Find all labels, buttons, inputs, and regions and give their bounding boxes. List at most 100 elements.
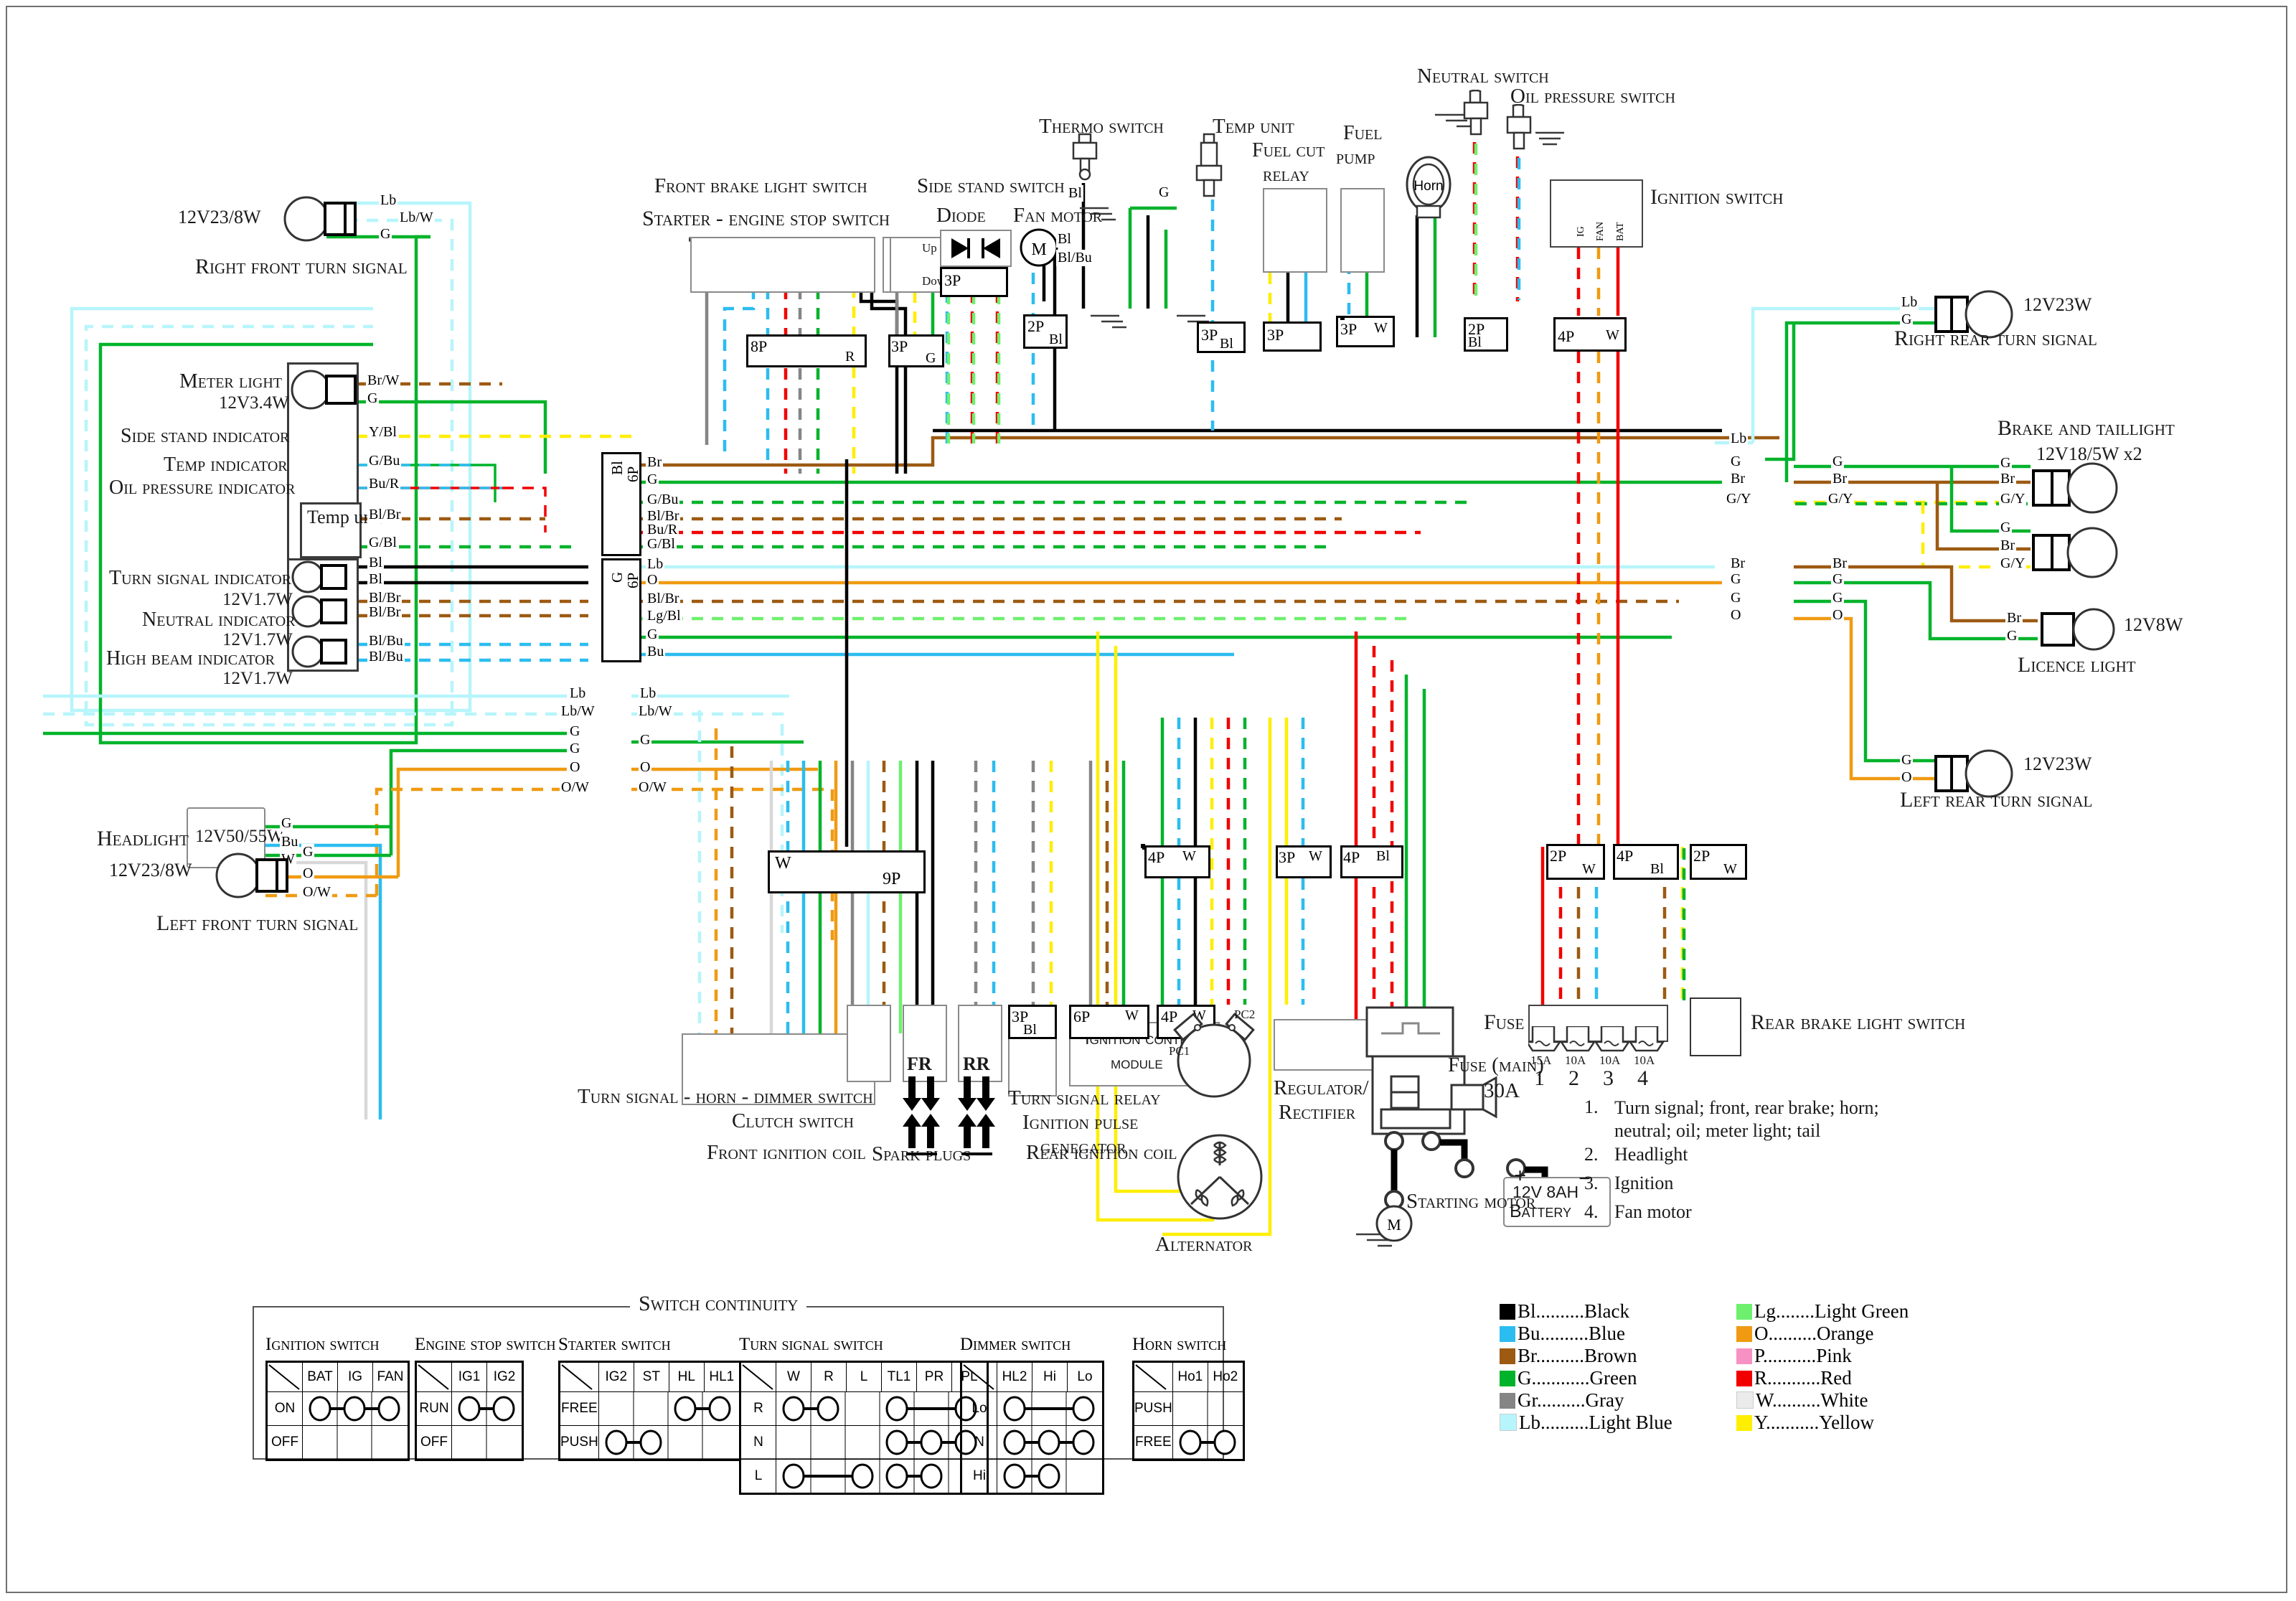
switch-continuity-title: Switch continuity [630, 1292, 807, 1316]
connector-4p-alt-pins: 4P [1148, 848, 1165, 866]
wire-label-lic-g: G [2005, 628, 2019, 644]
bulb-brake-taillight-2 [2029, 524, 2122, 583]
wire-label-lf-ow: O/W [301, 884, 332, 901]
wl-r-o: O [1729, 607, 1743, 624]
wire-label-split-lb: Lb [568, 685, 588, 702]
temp-unit-symbol [1195, 133, 1223, 197]
wire-label-bt-gy: G/Y [1999, 491, 2027, 507]
fuse-legend-4-text: Fan motor [1614, 1201, 1692, 1222]
regulator-rectifier-label1: Regulator/ [1274, 1076, 1369, 1099]
horn-symbol: Horn [1406, 156, 1452, 219]
color-legend-text: W..........White [1756, 1389, 1868, 1411]
wl-r2-gy: G/Y [1827, 491, 1855, 507]
connector-3p-thermo-pins: 3P [1201, 326, 1218, 344]
connector-2p-rw-pins: 2P [1550, 847, 1567, 865]
color-swatch-o [1736, 1326, 1752, 1342]
color-swatch-w [1736, 1391, 1754, 1409]
color-legend-text: Lg........Light Green [1754, 1300, 1909, 1322]
connector-6p-lower-pins: 6P [624, 572, 641, 588]
fuse-legend-4-num: 4. [1584, 1201, 1599, 1222]
oil-pressure-indicator-label: Oil pressure indicator [109, 476, 296, 499]
wire-label-bt2-gy: G/Y [1999, 555, 2027, 572]
ignition-terminal-ig: IG [1576, 226, 1586, 237]
wire-label-fan-bl: Bl [1056, 231, 1073, 248]
switch-row-label: N [740, 1425, 776, 1460]
left-front-turn-signal-label: Left front turn signal [156, 911, 359, 935]
connector-3p-diode-pins: 3P [944, 271, 961, 289]
front-ignition-coil-label: Front ignition coil [707, 1141, 866, 1164]
wl-r2-o: O [1831, 607, 1845, 624]
wl-r-g3: G [1729, 571, 1743, 588]
color-legend-text: Lb..........Light Blue [1519, 1412, 1672, 1433]
rear-brake-light-switch-label: Rear brake light switch [1751, 1010, 1966, 1034]
switch-continuity-cell [1172, 1425, 1244, 1460]
switch-table-title-1: Engine stop switch [415, 1335, 556, 1354]
svg-text:M: M [1031, 240, 1046, 259]
bus-label-gbu: G/Bu [646, 492, 680, 508]
rear-brake-light-switch-body[interactable] [1690, 997, 1741, 1056]
color-swatch-bu [1500, 1326, 1515, 1342]
wire-label-split-g2: G [568, 741, 582, 757]
color-legend-text: R...........Red [1754, 1367, 1852, 1389]
wire-label-thermo-bl: Bl [1067, 185, 1083, 202]
color-legend-row-l-0: Bl..........Black [1500, 1300, 1672, 1323]
brake-taillight-label: Brake and taillight [1998, 416, 2175, 440]
wire-label-bt-br: Br [1999, 471, 2016, 487]
connector-4p-bl-code: Bl [1650, 861, 1664, 877]
switch-col-header: Ho2 [1207, 1361, 1244, 1392]
switch-col-header: Ho1 [1172, 1361, 1208, 1392]
bus-label-g2: G [646, 626, 659, 643]
connector-3p-fuel-pump-code: W [1374, 320, 1388, 336]
wl-r2-g: G [1831, 454, 1845, 470]
wire-label-lic-br: Br [2005, 610, 2023, 626]
wire-label-bl-ts1: Bl [367, 555, 384, 571]
switch-table-1: IG1 IG2 RUN OFF [415, 1361, 524, 1461]
ignition-control-module-label2: module [1111, 1053, 1163, 1073]
switch-col-header: R [811, 1361, 847, 1392]
fan-motor-symbol: M [1019, 226, 1062, 269]
switch-table-5: Ho1 Ho2 PUSH FREE [1132, 1361, 1245, 1461]
switch-col-header: Hi [1032, 1361, 1068, 1392]
clutch-switch-body[interactable] [847, 1005, 891, 1082]
wl-r-br2: Br [1729, 555, 1746, 572]
switch-continuity-cell [302, 1391, 409, 1426]
starter-engine-stop-switch-body[interactable] [690, 237, 875, 293]
color-legend-row-r-5: Y...........Yellow [1736, 1412, 1909, 1434]
right-front-turn-signal-label: Right front turn signal [195, 255, 408, 278]
switch-continuity-cell [598, 1425, 740, 1460]
connector-4p-alt-code: W [1182, 848, 1196, 864]
spark-plug-rr-label: RR [963, 1053, 990, 1074]
wire-label-g: G [379, 226, 392, 243]
color-swatch-p [1736, 1348, 1752, 1364]
headlight-label: Headlight [97, 827, 189, 850]
switch-col-header: BAT [302, 1361, 338, 1392]
switch-col-header: ST [633, 1361, 669, 1392]
svg-text:Horn: Horn [1413, 179, 1443, 194]
color-swatch-g [1500, 1371, 1515, 1386]
wire-label-hl-g: G [280, 815, 293, 832]
switch-col-header: IG2 [598, 1361, 634, 1392]
connector-2p-brake-pins: 2P [1693, 847, 1711, 865]
svg-text:M: M [1387, 1216, 1401, 1234]
fuse-main-rating: 30A [1484, 1079, 1520, 1102]
connector-3p-sidestand-code: G [926, 350, 936, 366]
switch-table-title-2: Starter switch [558, 1335, 671, 1354]
switch-continuity-cell [997, 1459, 1104, 1494]
wire-label-split2-ow: O/W [637, 779, 668, 796]
color-legend-row-l-2: Br..........Brown [1500, 1345, 1672, 1367]
color-swatch-lg [1736, 1304, 1752, 1320]
color-legend-row-r-3: R...........Red [1736, 1367, 1909, 1389]
thermo-switch-symbol [1072, 133, 1098, 181]
color-legend-row-l-1: Bu..........Blue [1500, 1323, 1672, 1345]
wire-label-lr-o: O [1900, 769, 1914, 786]
switch-continuity-cell [997, 1391, 1104, 1426]
diode-symbol [951, 238, 1000, 258]
ignition-pulse-generator-label1: Ignition pulse [1022, 1111, 1139, 1134]
ignition-terminal-bat: BAT [1615, 222, 1626, 241]
switch-col-header: HL1 [703, 1361, 740, 1392]
wl-r-g4: G [1729, 590, 1743, 606]
ignition-terminal-fan: FAN [1595, 222, 1606, 241]
color-legend-row-r-0: Lg........Light Green [1736, 1300, 1909, 1323]
fuse-4-number: 4 [1637, 1066, 1648, 1090]
pickup-pc2-label: PC2 [1234, 1008, 1256, 1021]
